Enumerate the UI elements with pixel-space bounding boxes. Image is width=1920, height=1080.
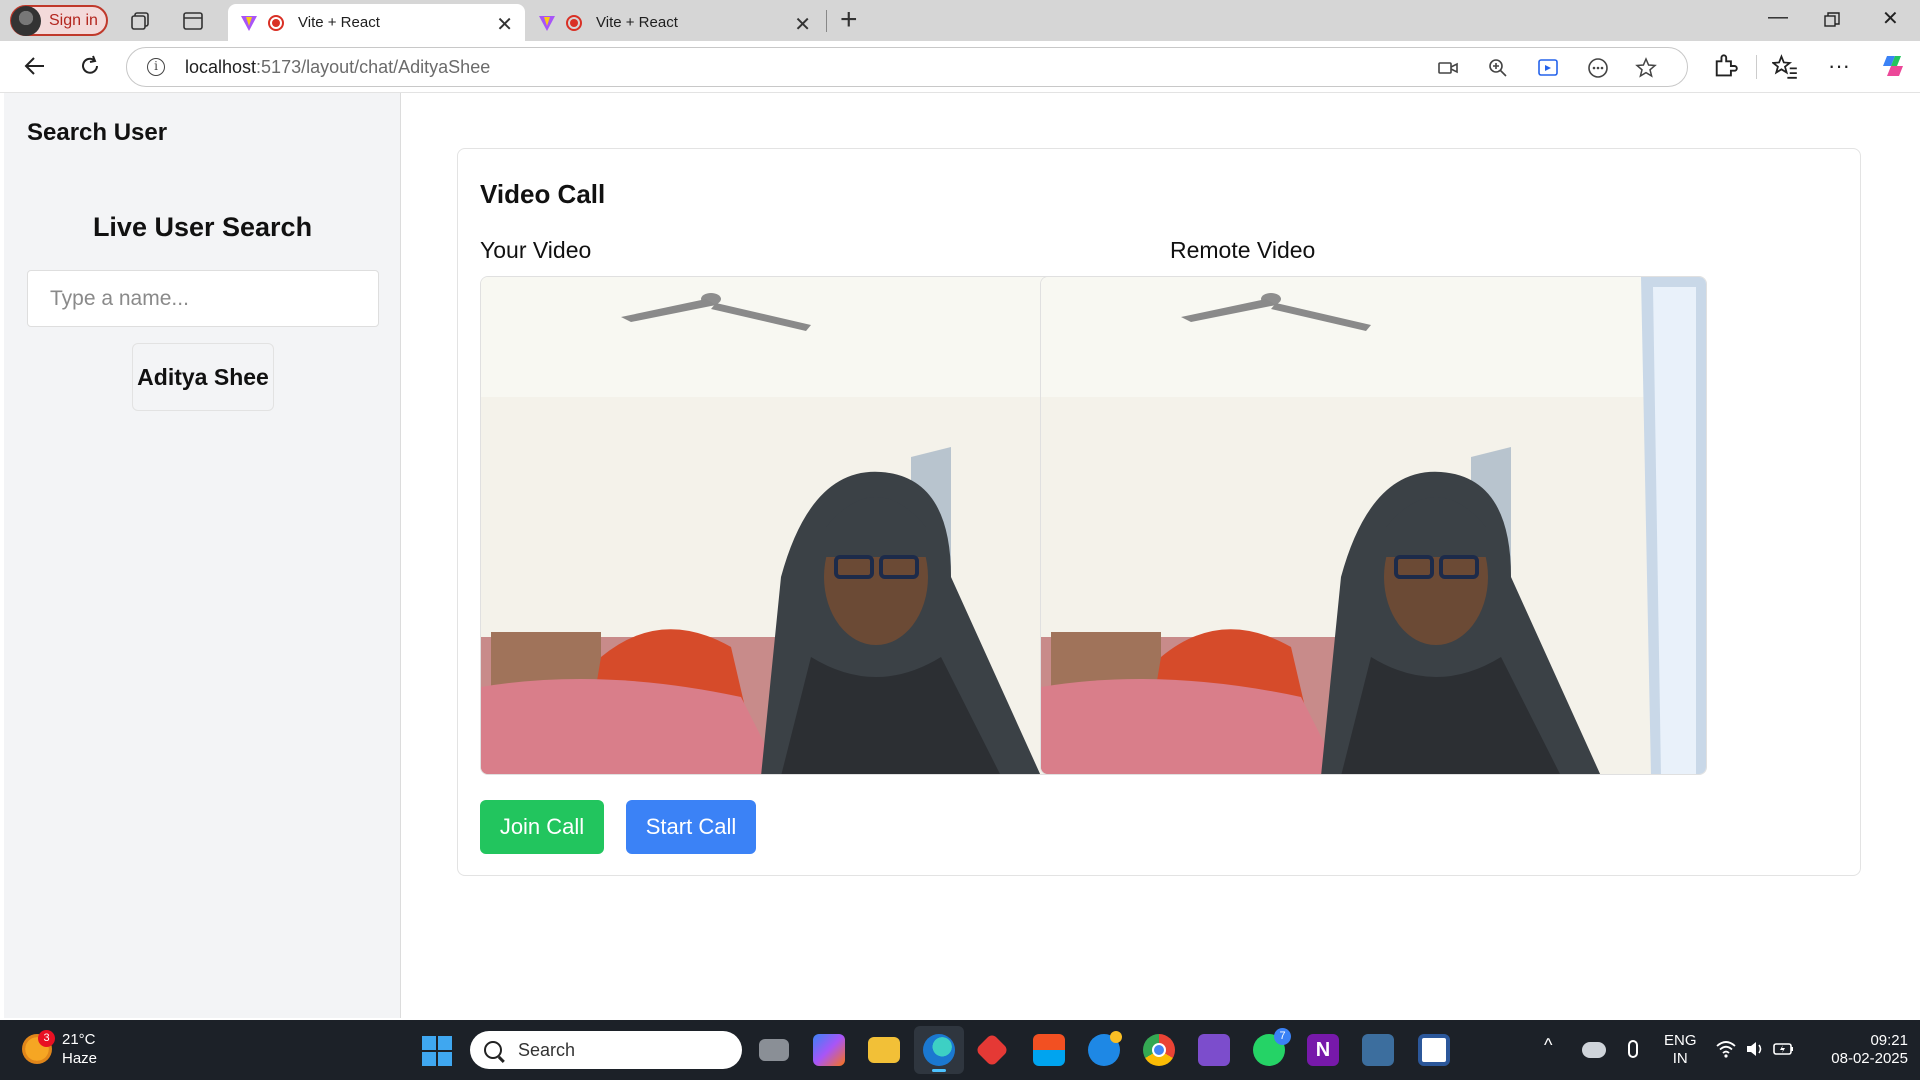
- copilot-taskbar-icon[interactable]: [813, 1034, 845, 1066]
- tab-vite-react-2[interactable]: Vite + React ✕: [526, 4, 823, 41]
- remote-video-label: Remote Video: [1170, 237, 1316, 263]
- back-arrow-icon[interactable]: [22, 53, 48, 79]
- extensions-icon[interactable]: [1712, 53, 1738, 79]
- camera-in-use-icon[interactable]: [1437, 57, 1459, 79]
- microsoft-store-icon[interactable]: [1033, 1034, 1065, 1066]
- vertical-tabs-icon[interactable]: [182, 10, 204, 32]
- onenote-icon[interactable]: N: [1307, 1034, 1339, 1066]
- remote-video: [1040, 276, 1707, 775]
- close-tab-icon[interactable]: ✕: [496, 12, 513, 37]
- new-tab-plus-icon[interactable]: +: [840, 3, 858, 37]
- video-call-card: Video Call Your Video Remote Video Join …: [457, 148, 1861, 876]
- recording-indicator-icon: [566, 14, 582, 31]
- clock-date: 08-02-2025: [1831, 1050, 1908, 1067]
- vite-favicon-icon: [241, 15, 257, 31]
- file-explorer-icon[interactable]: [868, 1037, 900, 1063]
- search-sidebar: Search User Live User Search Aditya Shee: [4, 93, 401, 1018]
- close-tab-icon[interactable]: ✕: [794, 12, 811, 37]
- weather-widget[interactable]: 3 21°C Haze: [22, 1030, 97, 1068]
- signin-label: Sign in: [49, 11, 98, 29]
- weather-temperature: 21°C: [62, 1031, 96, 1048]
- settings-more-icon[interactable]: ···: [1826, 53, 1852, 79]
- video-call-title: Video Call: [480, 179, 606, 209]
- url-path: :5173/layout/chat/AdityaShee: [256, 57, 491, 77]
- tab-title: Vite + React: [298, 14, 380, 31]
- language-indicator[interactable]: ENG IN: [1664, 1032, 1697, 1068]
- more-tools-circle-icon[interactable]: [1587, 57, 1609, 79]
- help-icon[interactable]: [1088, 1031, 1122, 1066]
- tab-vite-react-1[interactable]: Vite + React ✕: [228, 4, 525, 41]
- microphone-icon[interactable]: [1628, 1040, 1638, 1058]
- tab-title: Vite + React: [596, 14, 678, 31]
- remote-desktop-icon[interactable]: [1418, 1034, 1450, 1066]
- user-search-input[interactable]: [27, 270, 379, 327]
- close-window-icon[interactable]: ✕: [1882, 6, 1899, 31]
- copilot-icon[interactable]: [1880, 53, 1906, 79]
- volume-icon[interactable]: [1745, 1040, 1765, 1058]
- toolbar-divider: [1756, 55, 1757, 79]
- sql-tool-icon[interactable]: [1362, 1034, 1394, 1066]
- edge-browser-taskbar-item[interactable]: [914, 1026, 964, 1074]
- restore-icon[interactable]: [1824, 12, 1840, 28]
- app-available-icon[interactable]: [1537, 57, 1559, 79]
- sidebar-heading: Search User: [27, 119, 168, 146]
- browser-tab-strip: Sign in Vite + React ✕ Vite + React ✕ + …: [0, 0, 1920, 41]
- url-host: localhost: [185, 57, 257, 77]
- reload-icon[interactable]: [77, 53, 103, 79]
- clock-time: 09:21: [1870, 1032, 1908, 1049]
- windows-start-icon[interactable]: [422, 1036, 452, 1066]
- whatsapp-badge: 7: [1274, 1028, 1291, 1045]
- clock[interactable]: 09:21 08-02-2025: [1812, 1032, 1908, 1068]
- task-view-icon[interactable]: [759, 1039, 789, 1061]
- edge-icon: [923, 1034, 955, 1066]
- user-result-item[interactable]: Aditya Shee: [132, 343, 274, 411]
- battery-charging-icon[interactable]: [1773, 1040, 1795, 1058]
- weather-sun-icon: 3: [22, 1030, 55, 1064]
- onedrive-cloud-icon[interactable]: [1582, 1042, 1606, 1058]
- browser-toolbar: i localhost:5173/layout/chat/AdityaShee …: [0, 41, 1920, 93]
- wifi-icon[interactable]: [1716, 1040, 1736, 1058]
- tab-separator: [826, 10, 827, 32]
- zoom-icon[interactable]: [1487, 57, 1509, 79]
- url-text[interactable]: localhost:5173/layout/chat/AdityaShee: [185, 57, 490, 78]
- language-bottom: IN: [1672, 1050, 1688, 1067]
- profile-signin-button[interactable]: Sign in: [10, 5, 108, 36]
- local-video-label: Your Video: [480, 237, 592, 263]
- chrome-icon[interactable]: [1143, 1034, 1175, 1066]
- join-call-button[interactable]: Join Call: [480, 800, 604, 854]
- site-info-icon[interactable]: i: [147, 58, 165, 76]
- recording-indicator-icon: [268, 14, 284, 31]
- visual-studio-icon[interactable]: [1198, 1034, 1230, 1066]
- favorite-star-icon[interactable]: [1635, 57, 1657, 79]
- weather-badge: 3: [38, 1030, 55, 1047]
- language-top: ENG: [1664, 1032, 1697, 1049]
- whatsapp-icon[interactable]: 7: [1253, 1028, 1291, 1066]
- vite-favicon-icon: [539, 15, 555, 31]
- search-icon: [484, 1041, 502, 1059]
- favorites-icon[interactable]: [1772, 53, 1798, 79]
- taskbar-search-label: Search: [518, 1039, 576, 1060]
- weather-description: Haze: [62, 1050, 98, 1067]
- minimize-icon[interactable]: —: [1768, 6, 1788, 29]
- windows-taskbar: 3 21°C Haze Search 7 N ^ ENG IN 09:21 08…: [0, 1020, 1920, 1080]
- workspaces-icon[interactable]: [130, 10, 152, 32]
- start-call-button[interactable]: Start Call: [626, 800, 756, 854]
- address-bar[interactable]: i localhost:5173/layout/chat/AdityaShee: [126, 47, 1688, 87]
- show-hidden-icons-chevron-icon[interactable]: ^: [1544, 1036, 1552, 1054]
- taskbar-search-box[interactable]: Search: [470, 1031, 742, 1069]
- git-tool-icon[interactable]: [975, 1033, 1009, 1067]
- live-search-heading: Live User Search: [92, 212, 313, 242]
- profile-avatar: [11, 5, 41, 36]
